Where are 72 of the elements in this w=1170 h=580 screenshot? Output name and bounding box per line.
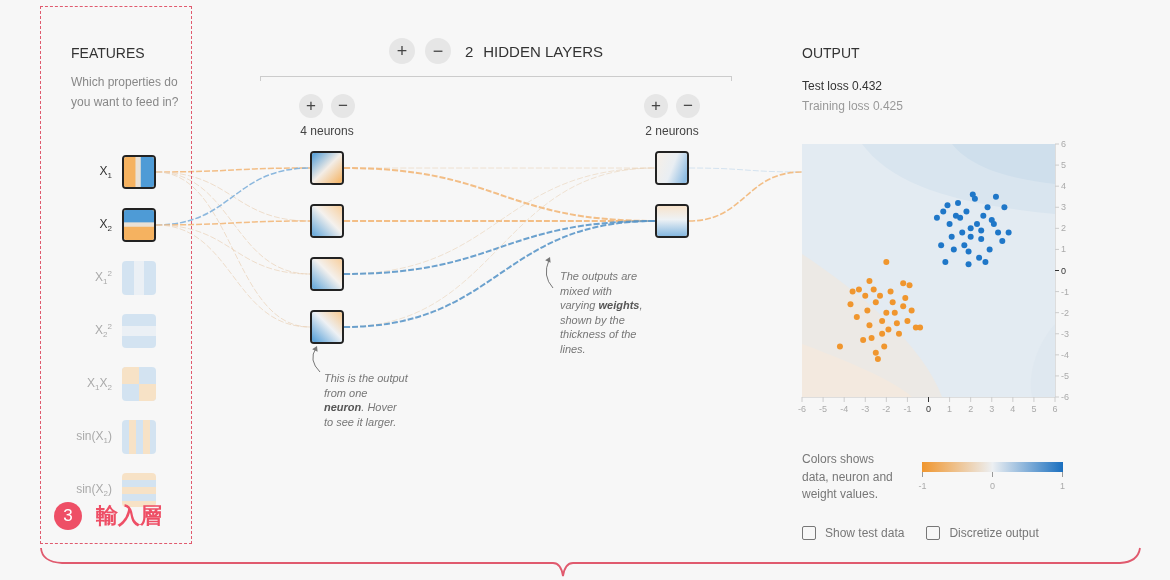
tick-label: -2	[1061, 307, 1069, 318]
checkbox-label: Discretize output	[949, 525, 1039, 540]
feature-label: sin(X$_{2}$)	[76, 481, 112, 499]
checkbox-label: Show test data	[825, 525, 905, 540]
tick-label: 3	[1061, 202, 1066, 213]
step-badge: 3	[54, 502, 82, 530]
tick-label: 1	[947, 404, 953, 414]
feature-label: sin(X$_{1}$)	[76, 428, 112, 446]
neuron-node[interactable]	[310, 257, 344, 291]
tick-label: 4	[1010, 404, 1016, 414]
tick-label: -6	[1061, 392, 1069, 402]
features-description: Which properties do you want to feed in?	[71, 74, 180, 111]
neuron-count: 2 neurons	[645, 124, 699, 138]
tick-label: 6	[1061, 139, 1066, 149]
tick-label: -6	[798, 404, 806, 414]
remove-layer-button[interactable]: −	[424, 38, 451, 64]
feature-node[interactable]	[122, 208, 156, 242]
tick-label: 6	[1052, 404, 1058, 414]
feature-node[interactable]	[122, 261, 156, 295]
add-layer-button[interactable]: +	[388, 38, 415, 64]
tick-label: 0	[1061, 265, 1066, 276]
tick-label: -5	[819, 404, 828, 414]
test-loss: Test loss 0.432	[802, 79, 883, 93]
legend-text: Colors shows data, neuron and weight values.	[802, 451, 894, 503]
scale-label: -1	[918, 481, 927, 491]
remove-neuron-button[interactable]: −	[331, 94, 355, 118]
callout-text: This is the output from one neuron. Hover to see it larger.	[324, 371, 408, 429]
neuron-node[interactable]	[310, 151, 344, 185]
hidden-layers-heading: HIDDEN LAYERS	[483, 42, 604, 60]
tick-label: -4	[840, 404, 849, 414]
tick-label: -1	[903, 404, 912, 414]
tick-label: -1	[1061, 286, 1069, 297]
checkbox[interactable]	[926, 525, 941, 540]
layer-count: 2	[464, 42, 474, 60]
tick-label: -4	[1061, 349, 1069, 360]
add-neuron-button[interactable]: +	[299, 94, 323, 118]
tick-label: -3	[861, 404, 870, 414]
tick-label: -2	[882, 404, 891, 414]
annotation-label: 輸入層	[96, 502, 162, 530]
neuron-node[interactable]	[310, 310, 344, 344]
feature-node[interactable]	[122, 420, 156, 454]
add-neuron-button[interactable]: +	[644, 94, 668, 118]
checkbox[interactable]	[802, 525, 816, 540]
feature-label: X$_{2}$	[99, 216, 112, 234]
tick-label: 3	[989, 404, 995, 414]
neuron-node[interactable]	[655, 204, 689, 238]
feature-label: X$_{1}$	[99, 163, 112, 181]
features-heading: FEATURES	[71, 45, 145, 61]
tick-label: 1	[1061, 244, 1066, 255]
tick-label: 5	[1061, 160, 1066, 171]
tick-label: -5	[1061, 370, 1069, 381]
tick-label: 2	[968, 404, 974, 414]
feature-label: X$_{1}$X$_{2}$	[87, 375, 112, 393]
neuron-count: 4 neurons	[300, 124, 354, 138]
callout-text: The outputs are mixed with varying weights, shown by the thickness of the lines.	[560, 269, 643, 356]
remove-neuron-button[interactable]: −	[676, 94, 700, 118]
tick-label: 0	[926, 404, 931, 414]
tick-label: 2	[1061, 223, 1066, 234]
neuron-node[interactable]	[310, 204, 344, 238]
feature-node[interactable]	[122, 367, 156, 401]
neuron-node[interactable]	[655, 151, 689, 185]
pointer-arrow	[312, 346, 321, 373]
scale-label: 1	[1060, 481, 1065, 491]
tick-label: 4	[1061, 181, 1066, 192]
pointer-arrow	[545, 257, 554, 289]
feature-node[interactable]	[122, 155, 156, 189]
output-heading: OUTPUT	[802, 45, 860, 61]
scale-label: 0	[990, 481, 995, 491]
tick-label: -3	[1061, 328, 1069, 339]
tick-label: 5	[1031, 404, 1037, 414]
training-loss: Training loss 0.425	[802, 99, 903, 113]
feature-node[interactable]	[122, 314, 156, 348]
